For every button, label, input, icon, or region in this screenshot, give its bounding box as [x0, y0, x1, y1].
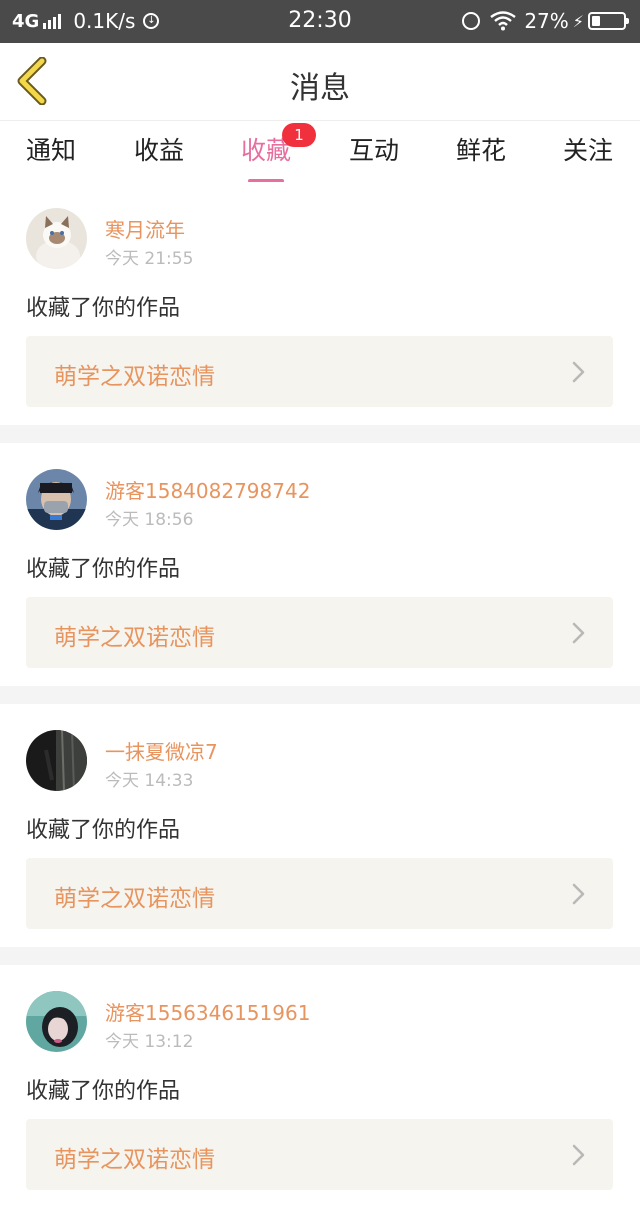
action-text: 收藏了你的作品	[26, 557, 181, 582]
user-name[interactable]: 寒月流年	[105, 214, 185, 243]
message-card: 游客1556346151961 今天 13:12 收藏了你的作品 萌学之双诺恋情	[0, 965, 640, 1208]
divider	[0, 947, 640, 965]
avatar[interactable]	[26, 469, 87, 530]
cat-avatar	[26, 208, 87, 269]
message-time: 今天 13:12	[105, 1032, 194, 1052]
message-card: 一抹夏微凉7 今天 14:33 收藏了你的作品 萌学之双诺恋情	[0, 704, 640, 947]
battery-percent: 27%	[524, 9, 569, 33]
message-card: 游客1584082798742 今天 18:56 收藏了你的作品 萌学之双诺恋情	[0, 443, 640, 686]
message-list: 寒月流年 今天 21:55 收藏了你的作品 萌学之双诺恋情 游客15840827…	[0, 182, 640, 1208]
work-title: 萌学之双诺恋情	[54, 364, 215, 390]
work-link[interactable]: 萌学之双诺恋情	[26, 1119, 613, 1190]
avatar[interactable]	[26, 991, 87, 1052]
tab-flowers[interactable]: 鲜花	[427, 131, 535, 181]
status-right: 27% ⚡	[462, 9, 629, 33]
action-text: 收藏了你的作品	[26, 1079, 181, 1104]
message-time: 今天 14:33	[105, 771, 194, 791]
work-title: 萌学之双诺恋情	[54, 886, 215, 912]
work-title: 萌学之双诺恋情	[54, 625, 215, 651]
message-time: 今天 18:56	[105, 510, 194, 530]
dark-window-avatar	[26, 730, 87, 791]
avatar[interactable]	[26, 730, 87, 791]
tab-label: 互动	[348, 136, 399, 165]
tab-label: 收益	[133, 136, 184, 165]
message-time: 今天 21:55	[105, 249, 194, 269]
charging-icon: ⚡	[572, 11, 584, 31]
battery-icon	[588, 12, 629, 30]
user-name[interactable]: 游客1584082798742	[105, 475, 310, 504]
avatar[interactable]	[26, 208, 87, 269]
masked-boy-avatar	[26, 469, 87, 530]
user-name[interactable]: 一抹夏微凉7	[105, 736, 218, 765]
status-bar: 4G 0.1K/s ↓ 22:30 27% ⚡	[0, 0, 640, 43]
wifi-icon	[490, 11, 517, 31]
work-link[interactable]: 萌学之双诺恋情	[26, 597, 613, 668]
tab-bar: 通知 收益 收藏 1 互动 鲜花 关注	[0, 120, 640, 183]
work-title: 萌学之双诺恋情	[54, 1147, 215, 1173]
tab-following[interactable]: 关注	[534, 131, 640, 181]
tab-label: 通知	[25, 136, 76, 165]
message-card: 寒月流年 今天 21:55 收藏了你的作品 萌学之双诺恋情	[0, 182, 640, 425]
tab-notifications[interactable]: 通知	[0, 131, 105, 181]
work-link[interactable]: 萌学之双诺恋情	[26, 336, 613, 407]
action-text: 收藏了你的作品	[26, 296, 181, 321]
tab-label: 鲜花	[455, 136, 506, 165]
divider	[0, 686, 640, 704]
divider	[0, 425, 640, 443]
chevron-right-icon	[572, 361, 585, 383]
chevron-right-icon	[572, 883, 585, 905]
unread-badge: 1	[282, 123, 316, 147]
girl-avatar	[26, 991, 87, 1052]
user-name[interactable]: 游客1556346151961	[105, 997, 310, 1026]
alarm-icon	[462, 12, 481, 30]
nav-bar: 消息	[0, 43, 640, 120]
tab-earnings[interactable]: 收益	[105, 131, 213, 181]
chevron-right-icon	[572, 622, 585, 644]
page-title: 消息	[290, 71, 350, 106]
tab-favorites[interactable]: 收藏 1	[212, 123, 320, 183]
action-text: 收藏了你的作品	[26, 818, 181, 843]
chevron-right-icon	[572, 1144, 585, 1166]
tab-interactions[interactable]: 互动	[320, 131, 428, 181]
work-link[interactable]: 萌学之双诺恋情	[26, 858, 613, 929]
tab-label: 关注	[562, 136, 613, 165]
battery-level	[592, 16, 600, 26]
